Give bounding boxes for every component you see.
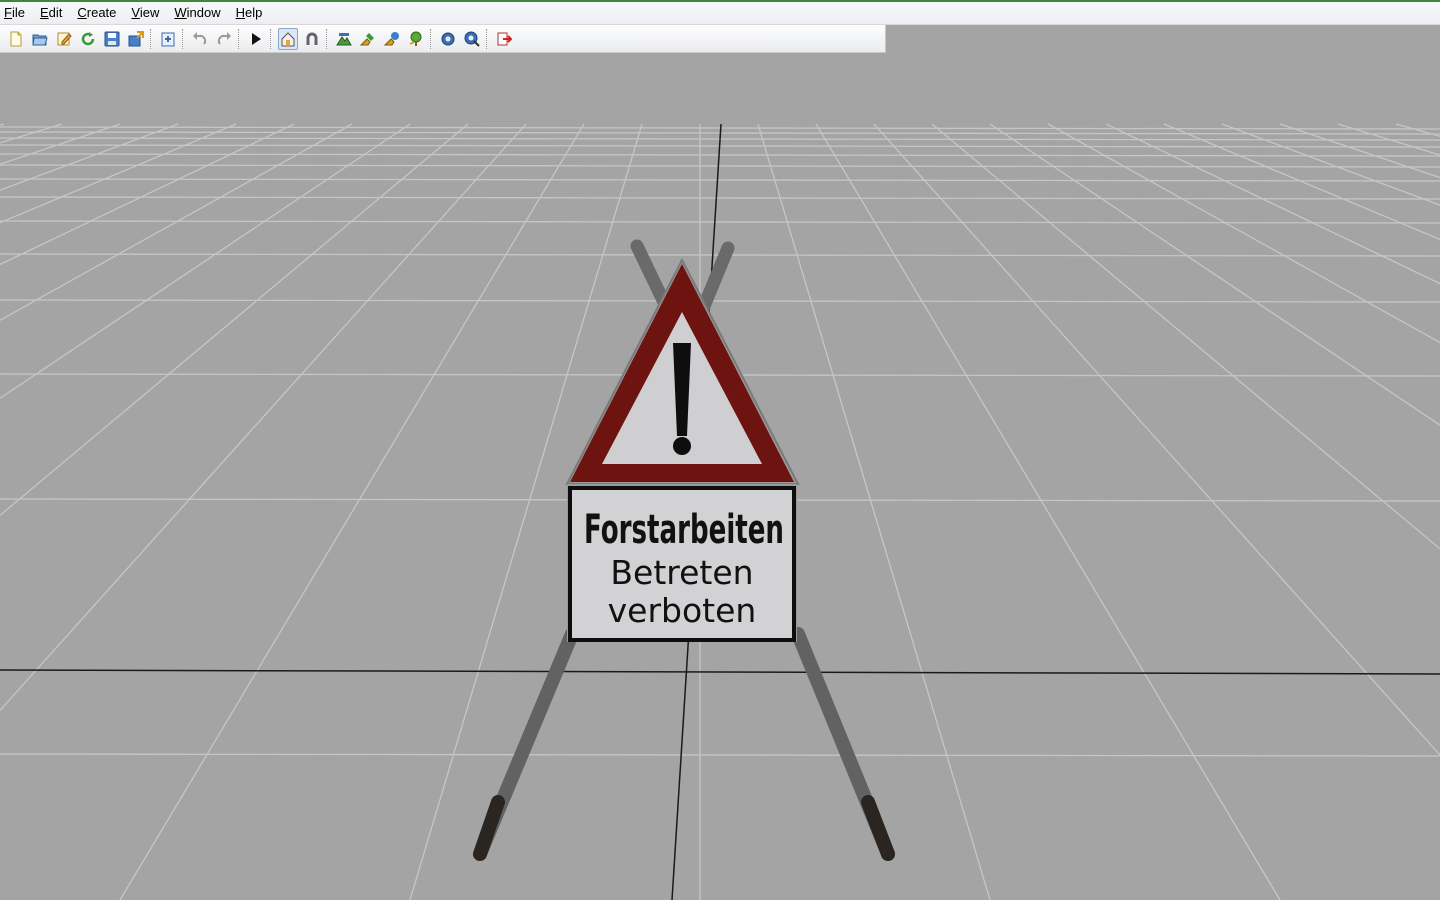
menu-bar: File Edit Create View Window Help	[0, 2, 1440, 25]
refresh-icon[interactable]	[78, 28, 98, 50]
3d-viewport[interactable]: Forstarbeiten Betreten verboten	[0, 54, 1440, 900]
paint-tool-icon[interactable]	[358, 28, 378, 50]
menu-edit[interactable]: Edit	[36, 2, 68, 24]
export-icon[interactable]	[126, 28, 146, 50]
menu-file[interactable]: File	[0, 2, 31, 24]
home-view-icon[interactable]	[278, 27, 298, 50]
menu-help[interactable]: Help	[232, 2, 269, 24]
toolbar-separator	[238, 28, 242, 49]
toolbar-separator	[150, 28, 154, 49]
exit-icon[interactable]	[494, 28, 514, 50]
sign-text-line1: Forstarbeiten	[584, 507, 784, 553]
menu-view[interactable]: View	[127, 2, 165, 24]
new-file-icon[interactable]	[6, 28, 26, 50]
redo-icon[interactable]	[214, 28, 234, 50]
sign-text-line3: verboten	[608, 591, 757, 630]
viewport-scene: Forstarbeiten Betreten verboten	[0, 54, 1440, 900]
settings-user-icon[interactable]	[462, 28, 482, 50]
toolbar-separator	[326, 28, 330, 49]
toolbar-separator	[430, 28, 434, 49]
magnet-icon[interactable]	[302, 28, 322, 50]
terrain-tool-icon[interactable]	[334, 28, 354, 50]
menu-window[interactable]: Window	[170, 2, 226, 24]
import-icon[interactable]	[158, 28, 178, 50]
foliage-tool-icon[interactable]	[382, 28, 402, 50]
settings-gear-icon[interactable]	[438, 28, 458, 50]
toolbar-area	[0, 25, 1440, 54]
sign-text-line2: Betreten	[610, 553, 753, 592]
toolbar-separator	[270, 28, 274, 49]
editor-window: File Edit Create View Window Help Forsta…	[0, 0, 1440, 900]
edit-icon[interactable]	[54, 28, 74, 50]
open-folder-icon[interactable]	[30, 28, 50, 50]
undo-icon[interactable]	[190, 28, 210, 50]
play-icon[interactable]	[246, 28, 266, 50]
toolbar-separator	[182, 28, 186, 49]
toolbar-separator	[486, 28, 490, 49]
tree-tool-icon[interactable]	[406, 28, 426, 50]
menu-create[interactable]: Create	[73, 2, 122, 24]
main-toolbar	[0, 25, 886, 53]
save-icon[interactable]	[102, 28, 122, 50]
